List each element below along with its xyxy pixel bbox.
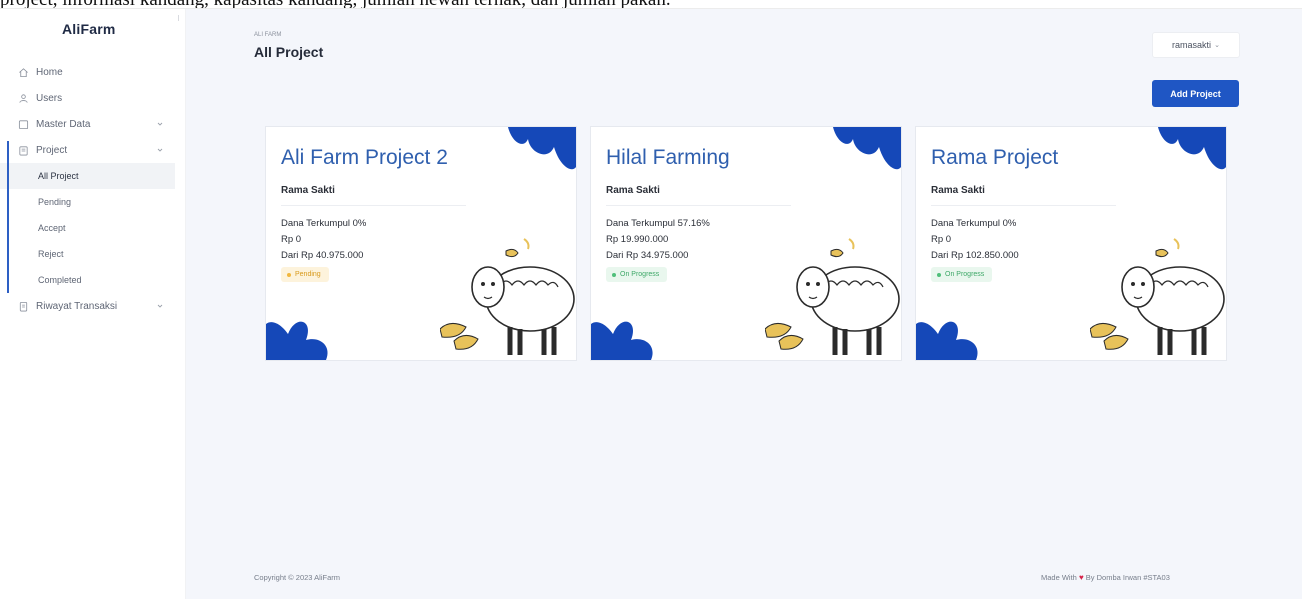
footer-credit: Made With ♥ By Domba Irwan #STA03	[1041, 573, 1170, 582]
funds-collected: Dana Terkumpul 0%	[281, 218, 367, 229]
sidebar: AliFarm Home Users Master Data Project A…	[0, 9, 186, 599]
status-dot-icon	[612, 272, 616, 277]
chevron-down-icon	[156, 302, 164, 310]
blob-decoration-icon	[916, 321, 978, 360]
status-dot-icon	[287, 272, 291, 277]
sidebar-nav: Home Users Master Data Project All Proje…	[0, 59, 186, 319]
sidebar-item-all-project[interactable]: All Project	[0, 163, 175, 189]
status-badge: On Progress	[606, 267, 668, 282]
sidebar-item-label: Project	[36, 144, 68, 156]
home-icon	[18, 67, 29, 78]
sidebar-item-completed[interactable]: Completed	[0, 267, 186, 293]
project-submenu: All Project Pending Accept Reject Comple…	[0, 141, 186, 293]
add-project-button[interactable]: Add Project	[1152, 80, 1239, 107]
user-menu-button[interactable]: ramasakti ⌄	[1152, 32, 1240, 58]
chevron-down-icon	[156, 120, 164, 128]
status-label: On Progress	[620, 271, 660, 278]
blob-decoration-icon	[591, 321, 653, 360]
receipt-icon	[18, 301, 29, 312]
blob-decoration-icon	[833, 127, 901, 170]
sidebar-item-label: Users	[36, 92, 63, 104]
status-label: On Progress	[945, 271, 985, 278]
blob-decoration-icon	[508, 127, 576, 170]
status-badge: Pending	[281, 267, 329, 282]
divider	[606, 205, 791, 206]
app-window: AliFarm Home Users Master Data Project A…	[0, 8, 1302, 599]
sidebar-item-label: Master Data	[36, 118, 91, 130]
funds-target: Dari Rp 34.975.000	[606, 250, 689, 261]
sidebar-divider	[178, 15, 181, 21]
clipboard-icon	[18, 145, 29, 156]
project-title: Rama Project	[931, 146, 1059, 169]
project-title: Hilal Farming	[606, 146, 730, 169]
blob-decoration-icon	[266, 321, 328, 360]
brand-logo[interactable]: AliFarm	[62, 21, 116, 37]
project-card[interactable]: Rama Project Rama Sakti Dana Terkumpul 0…	[915, 126, 1227, 361]
status-badge: On Progress	[931, 267, 993, 282]
chevron-down-icon: ⌄	[1214, 42, 1220, 49]
divider	[931, 205, 1116, 206]
footer-made-with: Made With	[1041, 573, 1077, 582]
footer-by: By Domba Irwan #STA03	[1085, 573, 1170, 582]
main-content: ALI FARM All Project ramasakti ⌄ Add Pro…	[186, 9, 1302, 599]
project-owner: Rama Sakti	[931, 185, 985, 196]
project-title: Ali Farm Project 2	[281, 146, 448, 169]
footer-copyright: Copyright © 2023 AliFarm	[254, 573, 340, 582]
sidebar-item-accept[interactable]: Accept	[0, 215, 186, 241]
project-card[interactable]: Ali Farm Project 2 Rama Sakti Dana Terku…	[265, 126, 577, 361]
sheep-illustration-icon	[765, 238, 900, 355]
project-card[interactable]: Hilal Farming Rama Sakti Dana Terkumpul …	[590, 126, 902, 361]
sidebar-item-riwayat-transaksi[interactable]: Riwayat Transaksi	[0, 293, 186, 319]
sidebar-item-users[interactable]: Users	[0, 85, 186, 111]
page-title: All Project	[254, 44, 324, 60]
sidebar-item-home[interactable]: Home	[0, 59, 186, 85]
user-name: ramasakti	[1172, 40, 1212, 50]
funds-amount: Rp 19.990.000	[606, 234, 669, 245]
breadcrumb: ALI FARM	[254, 32, 282, 38]
submenu-indicator	[7, 141, 9, 293]
project-owner: Rama Sakti	[606, 185, 660, 196]
sidebar-item-master-data[interactable]: Master Data	[0, 111, 186, 137]
sidebar-item-label: Riwayat Transaksi	[36, 300, 118, 312]
blob-decoration-icon	[1158, 127, 1226, 170]
project-list: Ali Farm Project 2 Rama Sakti Dana Terku…	[265, 126, 1229, 361]
funds-target: Dari Rp 40.975.000	[281, 250, 364, 261]
sheep-illustration-icon	[440, 238, 575, 355]
sidebar-item-pending[interactable]: Pending	[0, 189, 186, 215]
users-icon	[18, 93, 29, 104]
status-label: Pending	[295, 271, 321, 278]
funds-collected: Dana Terkumpul 0%	[931, 218, 1017, 229]
funds-amount: Rp 0	[281, 234, 302, 245]
folder-icon	[18, 119, 29, 130]
chevron-down-icon	[156, 146, 164, 154]
project-owner: Rama Sakti	[281, 185, 335, 196]
sheep-illustration-icon	[1090, 238, 1225, 355]
status-dot-icon	[937, 272, 941, 277]
funds-target: Dari Rp 102.850.000	[931, 250, 1019, 261]
sidebar-item-project[interactable]: Project	[0, 137, 186, 163]
divider	[281, 205, 466, 206]
sidebar-item-reject[interactable]: Reject	[0, 241, 186, 267]
heart-icon: ♥	[1078, 573, 1084, 582]
funds-amount: Rp 0	[931, 234, 952, 245]
funds-collected: Dana Terkumpul 57.16%	[606, 218, 710, 229]
sidebar-item-label: Home	[36, 66, 63, 78]
